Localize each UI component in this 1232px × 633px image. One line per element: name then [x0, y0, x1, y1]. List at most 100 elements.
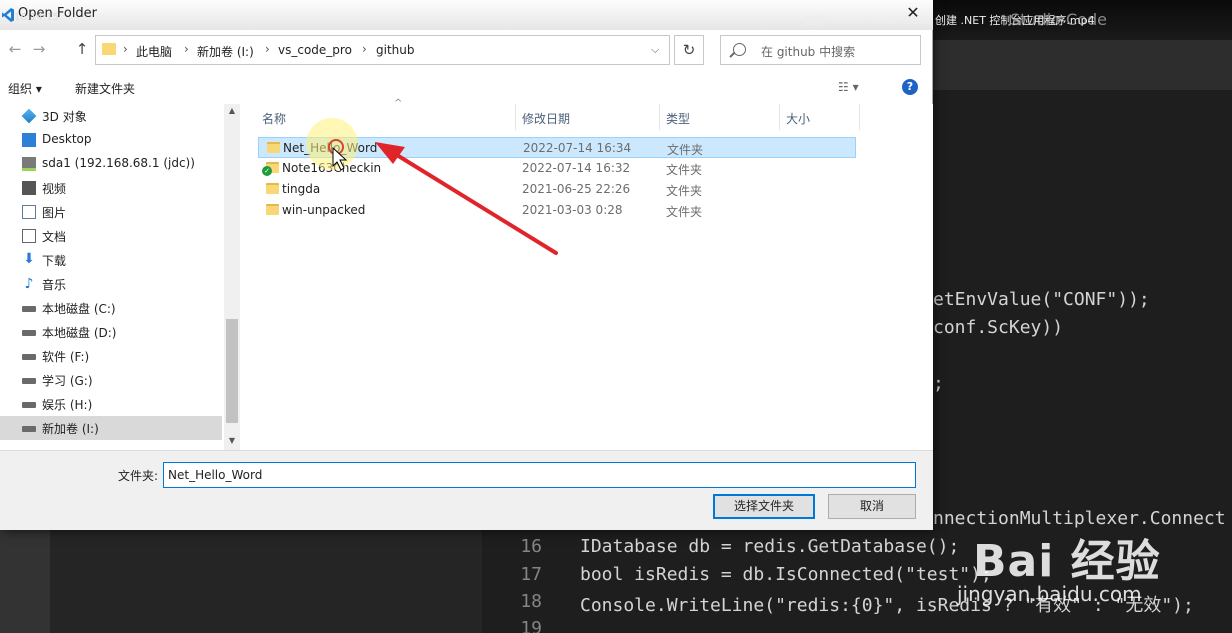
sidebar-item-videos[interactable]: 视频 [0, 176, 222, 200]
help-icon[interactable]: ? [902, 79, 918, 95]
sidebar-item-3d-objects[interactable]: 3D 对象 [0, 104, 222, 128]
breadcrumb-separator-icon: › [265, 42, 270, 56]
sidebar-item-drive-h[interactable]: 娱乐 (H:) [0, 392, 222, 416]
view-options-icon[interactable]: ☷ ▾ [838, 80, 859, 94]
folder-field-label: 文件夹: [118, 469, 159, 483]
sidebar-item-drive-f[interactable]: 软件 (F:) [0, 344, 222, 368]
column-header-label: 名称 [262, 112, 287, 126]
forward-arrow-icon[interactable]: → [30, 40, 48, 58]
sidebar-item-label: 音乐 [42, 278, 67, 292]
drive-icon [22, 354, 36, 360]
scroll-down-icon[interactable]: ▼ [224, 436, 240, 445]
vscode-window-title: Studio Code [1010, 10, 1108, 29]
back-arrow-icon[interactable]: ← [6, 40, 24, 58]
dialog-toolbar: 组织 ▾ 新建文件夹 ☷ ▾ ? [0, 72, 933, 102]
address-bar[interactable]: › 此电脑 › 新加卷 (I:) › vs_code_pro › github … [95, 35, 670, 65]
file-date: 2021-03-03 0:28 [522, 203, 623, 217]
column-header-name[interactable]: 名称 ^ [256, 98, 516, 130]
scrollbar-thumb[interactable] [226, 319, 238, 423]
address-row: ← → ↑ › 此电脑 › 新加卷 (I:) › vs_code_pro › g… [0, 32, 933, 68]
sidebar-item-label: 文档 [42, 230, 67, 244]
chevron-down-icon[interactable]: ⌵ [651, 43, 659, 57]
folder-icon [266, 204, 279, 215]
sidebar-item-music[interactable]: ♪ 音乐 [0, 272, 222, 296]
file-type: 文件夹 [666, 205, 703, 219]
sidebar-item-label: 娱乐 (H:) [42, 398, 93, 412]
sidebar-item-label: 3D 对象 [42, 110, 87, 124]
sidebar-item-label: 本地磁盘 (C:) [42, 302, 116, 316]
sidebar-item-network-drive[interactable]: sda1 (192.168.68.1 (jdc)) [0, 152, 222, 176]
file-date: 2022-07-14 16:34 [523, 141, 632, 155]
code-line[interactable]: conf.ScKey)) [933, 317, 1063, 338]
drive-icon [22, 402, 36, 408]
file-date: 2021-06-25 22:26 [522, 182, 631, 196]
sidebar-item-documents[interactable]: 文档 [0, 224, 222, 248]
dialog-title: Open Folder [18, 6, 98, 21]
breadcrumb-item[interactable]: github [376, 43, 414, 57]
file-type: 文件夹 [666, 163, 703, 177]
desktop-icon [22, 133, 36, 147]
sidebar-item-label: 软件 (F:) [42, 350, 90, 364]
sidebar-item-desktop[interactable]: Desktop [0, 128, 222, 152]
line-number: 16 [520, 536, 542, 557]
breadcrumb-separator-icon: › [184, 42, 189, 56]
code-line[interactable]: etEnvValue("CONF")); [933, 289, 1150, 310]
scroll-up-icon[interactable]: ▲ [224, 106, 240, 115]
cancel-button[interactable]: 取消 [828, 494, 916, 519]
music-icon: ♪ [24, 276, 34, 292]
navigation-pane: 3D 对象 Desktop sda1 (192.168.68.1 (jdc)) … [0, 104, 240, 450]
select-folder-button[interactable]: 选择文件夹 [713, 494, 815, 519]
breadcrumb-item[interactable]: 新加卷 (I:) [197, 43, 254, 60]
pictures-icon [22, 205, 36, 219]
sidebar-item-label: 图片 [42, 206, 67, 220]
drive-icon [22, 306, 36, 312]
open-folder-dialog: Open Folder ✕ ← → ↑ › 此电脑 › 新加卷 (I:) › v… [0, 0, 933, 530]
close-button[interactable]: ✕ [900, 3, 926, 25]
sidebar-item-drive-i[interactable]: 新加卷 (I:) [0, 416, 222, 440]
search-input[interactable]: 在 github 中搜索 [720, 35, 921, 65]
watermark-logo: Bai 经验 [973, 536, 1161, 587]
column-header-size[interactable]: 大小 [780, 104, 860, 130]
downloads-icon: ⬇ [23, 251, 35, 267]
dialog-footer: 文件夹: 选择文件夹 取消 [0, 450, 933, 530]
up-arrow-icon[interactable]: ↑ [73, 40, 91, 58]
watermark-url: jingyan.baidu.com [957, 582, 1142, 606]
column-header-date[interactable]: 修改日期 [516, 104, 660, 130]
sidebar-item-pictures[interactable]: 图片 [0, 200, 222, 224]
line-number: 18 [520, 591, 542, 612]
vscode-icon [2, 8, 14, 22]
file-row[interactable]: tingda 2021-06-25 22:26 文件夹 [258, 179, 856, 200]
sidebar-item-label: 下载 [42, 254, 67, 268]
breadcrumb-item[interactable]: 此电脑 [136, 43, 172, 60]
code-line[interactable]: IDatabase db = redis.GetDatabase(); [580, 536, 959, 557]
sync-check-icon: ✓ [262, 166, 272, 176]
line-number: 19 [520, 618, 542, 633]
baidu-watermark: Bai 经验 jingyan.baidu.com [945, 500, 1225, 630]
sidebar-item-drive-g[interactable]: 学习 (G:) [0, 368, 222, 392]
breadcrumb-item[interactable]: vs_code_pro [278, 43, 352, 57]
column-header-label: 大小 [786, 112, 811, 126]
organize-menu[interactable]: 组织 ▾ [8, 80, 42, 97]
column-header-label: 类型 [666, 112, 691, 126]
dialog-titlebar: Open Folder ✕ [0, 0, 933, 30]
column-header-type[interactable]: 类型 [660, 104, 780, 130]
new-folder-button[interactable]: 新建文件夹 [75, 80, 135, 97]
folder-name-input[interactable] [163, 462, 916, 488]
sidebar-item-label: 学习 (G:) [42, 374, 93, 388]
breadcrumb-separator-icon: › [123, 42, 128, 56]
sidebar-item-drive-d[interactable]: 本地磁盘 (D:) [0, 320, 222, 344]
folder-icon [102, 43, 116, 55]
network-drive-icon [22, 157, 36, 171]
line-number: 17 [520, 564, 542, 585]
drive-icon [22, 426, 36, 432]
code-line[interactable]: ; [933, 373, 944, 394]
file-row[interactable]: win-unpacked 2021-03-03 0:28 文件夹 [258, 200, 856, 221]
sidebar-item-label: 本地磁盘 (D:) [42, 326, 117, 340]
nav-scrollbar[interactable]: ▲ ▼ [224, 104, 240, 450]
sidebar-item-downloads[interactable]: ⬇ 下载 [0, 248, 222, 272]
sidebar-item-drive-c[interactable]: 本地磁盘 (C:) [0, 296, 222, 320]
code-line[interactable]: bool isRedis = db.IsConnected("test"); [580, 564, 992, 585]
refresh-button[interactable]: ↻ [674, 35, 704, 65]
column-header-label: 修改日期 [522, 112, 571, 126]
sidebar-item-label: 视频 [42, 182, 67, 196]
